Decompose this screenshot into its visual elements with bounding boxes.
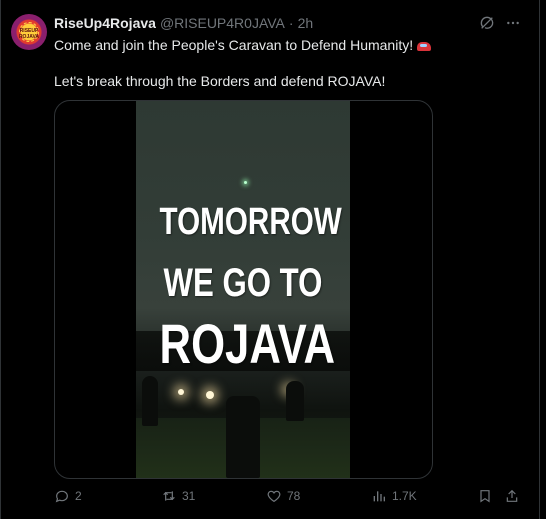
tweet-line-2: Let's break through the Borders and defe… (54, 73, 386, 89)
views-count: 1.7K (392, 489, 417, 503)
heart-icon (267, 490, 281, 503)
timestamp[interactable]: 2h (298, 15, 314, 31)
share-icon (506, 489, 518, 502)
like-button[interactable]: 78 (266, 486, 300, 506)
tweet-text: Come and join the People's Caravan to De… (54, 36, 524, 90)
video-media[interactable]: TOMORROW WE GO TO ROJAVA (54, 100, 433, 479)
avatar-logo-text: RISEUP ROJAVA (18, 28, 40, 40)
video-overlay-line-2: WE GO TO (163, 261, 323, 305)
video-overlay-line-1: TOMORROW (159, 201, 342, 243)
like-count: 78 (287, 489, 301, 503)
repost-button[interactable]: 31 (161, 486, 195, 506)
share-button[interactable] (504, 486, 520, 506)
repost-count: 31 (182, 489, 196, 503)
top-actions (478, 14, 522, 32)
person-silhouette (142, 376, 158, 426)
tweet[interactable]: RISEUP ROJAVA RiseUp4Rojava @RISEUP4R0JA… (0, 0, 540, 519)
separator: · (288, 15, 294, 31)
person-silhouette (226, 396, 260, 478)
bookmark-icon (480, 490, 490, 503)
light (178, 389, 184, 395)
tweet-header: RiseUp4Rojava @RISEUP4R0JAVA · 2h (54, 14, 313, 32)
light (244, 181, 247, 184)
grok-icon[interactable] (478, 14, 496, 32)
action-bar: 2 31 78 1.7K (54, 486, 524, 506)
more-icon[interactable] (504, 14, 522, 32)
reply-button[interactable]: 2 (54, 486, 82, 506)
repost-icon (163, 491, 175, 501)
reply-icon (55, 490, 68, 503)
car-emoji-icon (417, 42, 432, 51)
video-frame[interactable]: TOMORROW WE GO TO ROJAVA (136, 101, 350, 478)
author-handle[interactable]: @RISEUP4R0JAVA (160, 15, 285, 31)
bookmark-button[interactable] (477, 486, 493, 506)
tweet-line-1: Come and join the People's Caravan to De… (54, 37, 414, 53)
views-button[interactable]: 1.7K (371, 486, 417, 506)
light (206, 391, 214, 399)
avatar[interactable]: RISEUP ROJAVA (11, 14, 47, 50)
reply-count: 2 (75, 489, 82, 503)
person-silhouette (286, 381, 304, 421)
author-name[interactable]: RiseUp4Rojava (54, 15, 156, 31)
views-icon (373, 491, 385, 502)
video-overlay-line-3: ROJAVA (159, 312, 336, 375)
